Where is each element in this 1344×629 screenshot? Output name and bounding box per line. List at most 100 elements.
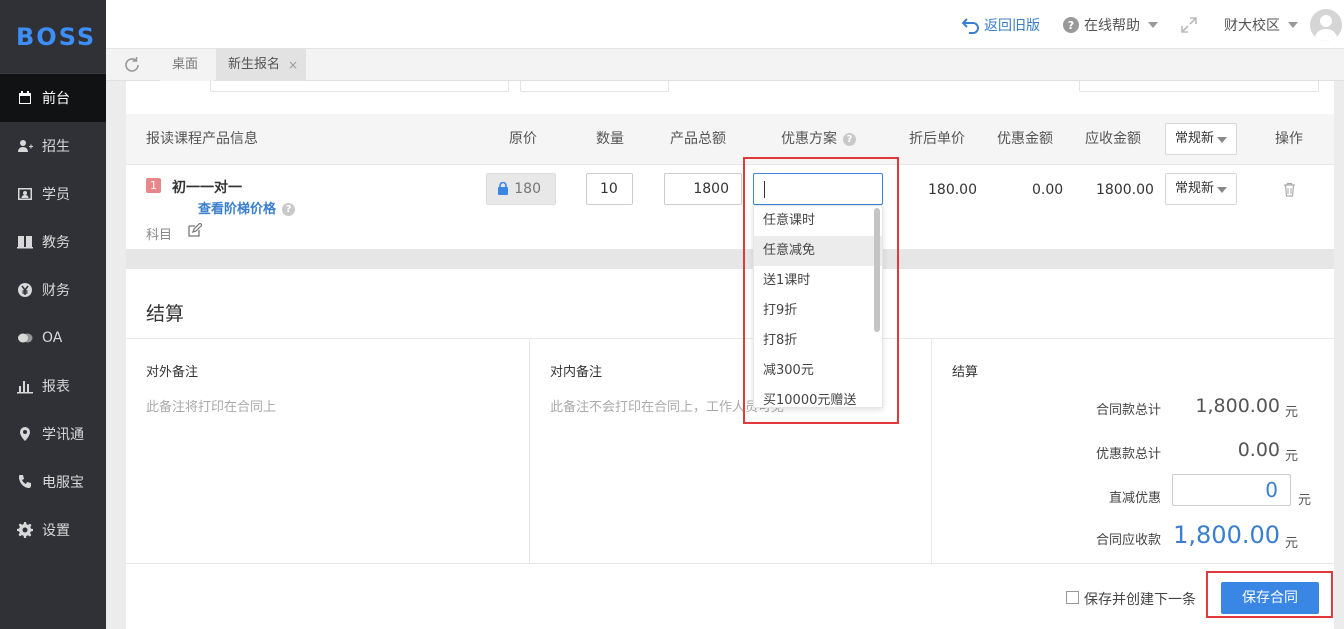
tab-label: 新生报名: [228, 57, 281, 72]
tab-new-enrollment[interactable]: 新生报名 ×: [216, 49, 306, 81]
promo-dropdown-list: 任意课时 任意减免 送1课时 打9折 打8折 减300元 买10000元赠送: [753, 205, 883, 408]
sidebar-item-front-desk[interactable]: 前台: [0, 74, 106, 122]
gear-icon: [16, 521, 34, 539]
unit-label: 元: [1298, 493, 1312, 508]
ladder-price-link[interactable]: 查看阶梯价格?: [198, 198, 296, 217]
original-price-field: 180: [486, 173, 556, 205]
save-and-new-checkbox[interactable]: [1066, 591, 1079, 604]
promo-select-input[interactable]: [753, 173, 883, 205]
sidebar-item-oa[interactable]: OA: [0, 314, 106, 362]
col-ops: 操作: [1275, 131, 1303, 147]
settlement-panel: 结算 对外备注 此备注将打印在合同上 对内备注 此备注不会打印在合同上，工作人员…: [126, 269, 1334, 629]
fullscreen-button[interactable]: [1180, 16, 1202, 34]
back-to-old-version-link[interactable]: 返回旧版: [962, 15, 1040, 35]
promo-option[interactable]: 送1课时: [754, 266, 882, 296]
settlement-title: 结算: [146, 303, 185, 325]
save-and-new-label[interactable]: 保存并创建下一条: [1084, 589, 1196, 609]
svg-text:?: ?: [1068, 19, 1074, 32]
promo-option[interactable]: 减300元: [754, 356, 882, 386]
sidebar-item-dianfubao[interactable]: 电服宝: [0, 458, 106, 506]
external-note-title: 对外备注: [146, 365, 199, 380]
sidebar-item-reports[interactable]: 报表: [0, 362, 106, 410]
sidebar: BOSS 前台 招生 学员 教务 财务 OA 报表 学讯通 电服宝 设置: [0, 0, 106, 629]
header-type-select[interactable]: 常规新: [1165, 123, 1237, 155]
online-help-menu[interactable]: ? 在线帮助: [1062, 15, 1158, 35]
receivable-value: 1800.00: [1096, 182, 1154, 198]
col-qty: 数量: [596, 131, 624, 147]
sidebar-item-label: 财务: [42, 283, 70, 299]
chevron-down-icon: [1217, 137, 1227, 143]
sidebar-item-finance[interactable]: 财务: [0, 266, 106, 314]
unit-label: 元: [1285, 536, 1299, 551]
promo-option[interactable]: 打8折: [754, 326, 882, 356]
help-icon: ?: [1063, 16, 1079, 33]
external-note-input[interactable]: 此备注将打印在合同上: [146, 396, 276, 415]
top-bar: 返回旧版 ? 在线帮助 财大校区: [106, 0, 1344, 49]
summary-title: 结算: [952, 365, 979, 380]
sidebar-item-academic[interactable]: 教务: [0, 218, 106, 266]
campus-selector[interactable]: 财大校区: [1224, 15, 1298, 35]
expand-icon: [1181, 16, 1197, 33]
row-index-badge: 1: [146, 178, 161, 193]
close-icon[interactable]: ×: [288, 49, 298, 81]
product-total-input[interactable]: 1800: [664, 173, 742, 205]
save-contract-button[interactable]: 保存合同: [1221, 582, 1319, 614]
discount-total-value: 0.00: [1237, 439, 1280, 461]
row-type-select[interactable]: 常规新: [1165, 173, 1237, 205]
dropdown-scrollbar[interactable]: [874, 208, 880, 332]
unit-label: 元: [1285, 449, 1299, 464]
user-add-icon: [16, 137, 34, 155]
tab-bar: 桌面 新生报名 ×: [106, 49, 1344, 81]
col-product: 报读课程产品信息: [146, 131, 258, 147]
edit-icon[interactable]: [188, 223, 202, 237]
avatar[interactable]: [1310, 8, 1342, 41]
subject-label: 科目: [146, 228, 173, 243]
divider: [126, 338, 1334, 339]
receivable-total-value: 1,800.00: [1173, 521, 1280, 549]
sidebar-item-xuexuntong[interactable]: 学讯通: [0, 410, 106, 458]
col-unit-after: 折后单价: [909, 131, 965, 147]
promo-option[interactable]: 任意减免: [754, 236, 882, 266]
back-to-old-version-label: 返回旧版: [984, 17, 1040, 34]
table-header: 报读课程产品信息 原价 数量 产品总额 优惠方案? 折后单价 优惠金额 应收金额…: [126, 114, 1334, 165]
divider: [529, 339, 530, 563]
quantity-input[interactable]: 10: [586, 173, 633, 205]
direct-discount-label: 直减优惠: [1108, 491, 1161, 506]
internal-note-title: 对内备注: [550, 365, 603, 380]
yen-icon: [16, 281, 34, 299]
chevron-down-icon: [1148, 21, 1158, 28]
chevron-down-icon: [1217, 187, 1227, 193]
contract-total-value: 1,800.00: [1195, 395, 1280, 417]
sidebar-item-label: 招生: [42, 139, 70, 155]
internal-note-input[interactable]: 此备注不会打印在合同上，工作人员可见: [550, 396, 784, 415]
sidebar-item-label: 学讯通: [42, 427, 84, 443]
table-row: 1 初一一对一 查看阶梯价格? 科目 180 10 1800 180.00 0.…: [126, 165, 1334, 249]
refresh-icon[interactable]: [122, 55, 142, 75]
unit-after-value: 180.00: [928, 182, 977, 198]
book-icon: [16, 233, 34, 251]
help-icon[interactable]: ?: [282, 203, 296, 216]
promo-option[interactable]: 打9折: [754, 296, 882, 326]
sidebar-item-label: 电服宝: [42, 475, 84, 491]
sidebar-item-settings[interactable]: 设置: [0, 506, 106, 554]
help-icon[interactable]: ?: [843, 132, 856, 146]
direct-discount-input[interactable]: 0: [1172, 474, 1291, 506]
sidebar-item-students[interactable]: 学员: [0, 170, 106, 218]
phone-icon: [16, 473, 34, 491]
divider: [126, 563, 1334, 564]
promo-option[interactable]: 任意课时: [754, 206, 882, 236]
tab-desktop[interactable]: 桌面: [160, 49, 214, 81]
sidebar-item-label: 设置: [42, 523, 70, 539]
col-promo: 优惠方案?: [781, 114, 856, 165]
lock-icon: [498, 182, 508, 195]
trash-icon[interactable]: [1283, 182, 1296, 197]
online-help-label: 在线帮助: [1084, 17, 1140, 34]
promo-option[interactable]: 买10000元赠送: [754, 386, 882, 407]
text-cursor: [764, 181, 765, 198]
bar-chart-icon: [16, 377, 34, 395]
id-card-icon: [16, 185, 34, 203]
tab-label: 桌面: [172, 57, 199, 72]
sidebar-item-enrollment[interactable]: 招生: [0, 122, 106, 170]
sidebar-item-label: 前台: [42, 91, 70, 107]
col-receivable: 应收金额: [1085, 131, 1141, 147]
